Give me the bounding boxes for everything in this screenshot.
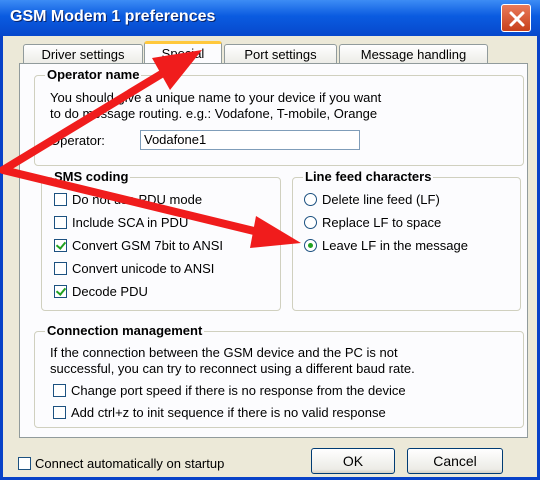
tab-message-handling[interactable]: Message handling bbox=[339, 44, 488, 64]
checkbox-label: Convert unicode to ANSI bbox=[72, 261, 215, 276]
radio-label: Replace LF to space bbox=[322, 215, 442, 230]
tab-label: Driver settings bbox=[41, 47, 125, 62]
radio-button[interactable] bbox=[304, 216, 317, 229]
checkbox-label: Convert GSM 7bit to ANSI bbox=[72, 238, 224, 253]
operator-input[interactable]: Vodafone1 bbox=[140, 130, 360, 150]
radio-button[interactable] bbox=[304, 193, 317, 206]
checkbox[interactable] bbox=[53, 384, 66, 397]
operator-label: Operator: bbox=[50, 133, 105, 148]
ok-button[interactable]: OK bbox=[311, 448, 395, 474]
tab-special[interactable]: Special bbox=[144, 41, 222, 65]
checkbox[interactable] bbox=[54, 262, 67, 275]
sms-coding-group: SMS coding Do not use PDU mode Include S… bbox=[41, 169, 281, 311]
special-tab-panel: Operator name You should give a unique n… bbox=[19, 63, 528, 438]
line-feed-legend: Line feed characters bbox=[303, 169, 434, 185]
checkbox[interactable] bbox=[18, 457, 31, 470]
operator-name-legend: Operator name bbox=[45, 67, 142, 83]
checkbox[interactable] bbox=[53, 406, 66, 419]
checkbox-label: Do not use PDU mode bbox=[72, 192, 203, 207]
checkbox[interactable] bbox=[54, 239, 67, 252]
connection-description-line1: If the connection between the GSM device… bbox=[50, 345, 398, 360]
radio-button[interactable] bbox=[304, 239, 317, 252]
checkbox-label: Decode PDU bbox=[72, 284, 148, 299]
connection-description-line2: successful, you can try to reconnect usi… bbox=[50, 361, 415, 376]
line-feed-group: Line feed characters Delete line feed (L… bbox=[292, 169, 521, 311]
tab-label: Special bbox=[161, 46, 205, 61]
window-title: GSM Modem 1 preferences bbox=[10, 8, 216, 25]
preferences-window: GSM Modem 1 preferences Driver settings … bbox=[0, 0, 540, 480]
close-button[interactable] bbox=[501, 4, 531, 32]
radio-label: Leave LF in the message bbox=[322, 238, 468, 253]
cancel-button[interactable]: Cancel bbox=[407, 448, 503, 474]
checkbox[interactable] bbox=[54, 193, 67, 206]
sms-coding-legend: SMS coding bbox=[52, 169, 131, 185]
checkbox-label: Connect automatically on startup bbox=[35, 456, 225, 471]
checkbox[interactable] bbox=[54, 216, 67, 229]
operator-description-line1: You should give a unique name to your de… bbox=[50, 90, 382, 105]
checkbox-label: Add ctrl+z to init sequence if there is … bbox=[71, 405, 386, 420]
checkbox-label: Include SCA in PDU bbox=[72, 215, 189, 230]
close-icon bbox=[509, 11, 525, 27]
tab-driver-settings[interactable]: Driver settings bbox=[23, 44, 143, 64]
connection-management-group: Connection management If the connection … bbox=[34, 323, 524, 428]
tab-port-settings[interactable]: Port settings bbox=[224, 44, 337, 64]
tab-label: Message handling bbox=[360, 47, 467, 62]
operator-name-group: Operator name You should give a unique n… bbox=[34, 67, 524, 166]
checkbox[interactable] bbox=[54, 285, 67, 298]
operator-description-line2: to do message routing. e.g.: Vodafone, T… bbox=[50, 106, 378, 121]
radio-label: Delete line feed (LF) bbox=[322, 192, 440, 207]
connection-legend: Connection management bbox=[45, 323, 205, 339]
title-bar[interactable]: GSM Modem 1 preferences bbox=[0, 0, 540, 36]
tab-label: Port settings bbox=[244, 47, 317, 62]
checkbox-label: Change port speed if there is no respons… bbox=[71, 383, 406, 398]
